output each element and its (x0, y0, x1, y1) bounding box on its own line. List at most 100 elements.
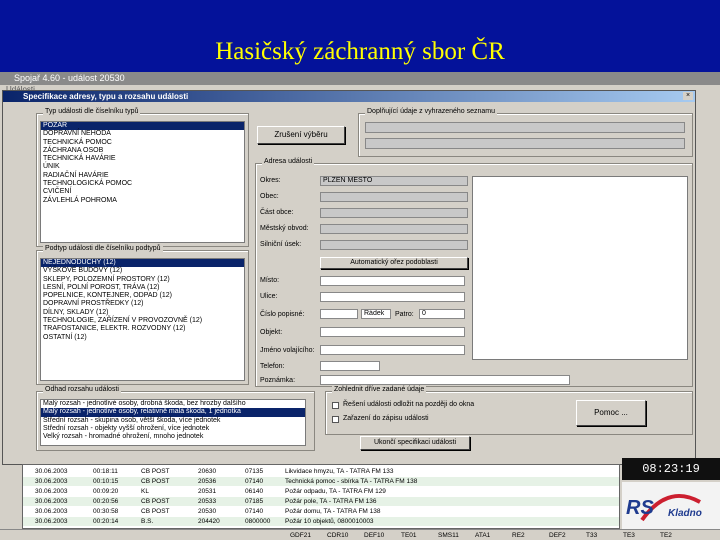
table-cell: 30.06.2003 (35, 498, 68, 505)
type-listbox[interactable]: POŽÁR DOPRAVNÍ NEHODA TECHNICKÁ POMOC ZÁCHR… (40, 121, 245, 243)
registry-group-label: Doplňující údaje z vyhrazeného seznamu (365, 108, 498, 115)
logo-city: Kladno (668, 508, 702, 519)
road-section-field[interactable] (320, 240, 468, 250)
type-list-item[interactable]: ZÁCHRANA OSOB (41, 147, 244, 155)
registry-field[interactable] (365, 122, 685, 133)
history-group: Zohlednit dříve zadané údaje Řešení udál… (325, 386, 693, 435)
extent-group-label: Odhad rozsahu události (43, 386, 121, 393)
street-field[interactable] (320, 292, 465, 302)
table-cell: 30.06.2003 (35, 468, 68, 475)
extent-list-item[interactable]: Střední rozsah - skupina osob, větší ško… (41, 417, 305, 425)
table-cell: CB POST (141, 508, 170, 515)
type-list-item[interactable]: ÚNIK (41, 163, 244, 171)
help-button[interactable]: Pomoc ... (576, 400, 646, 426)
district-field[interactable]: PLZEŇ MĚSTO (320, 176, 468, 186)
status-tab[interactable]: TE01 (401, 531, 417, 540)
status-tab[interactable]: CDR10 (327, 531, 348, 540)
note-field[interactable] (320, 375, 570, 385)
auto-subarea-button[interactable]: Automatický ořez podoblasti (320, 257, 468, 269)
subtype-list-item[interactable]: LESNÍ, POLNÍ POROST, TRÁVA (12) (41, 284, 244, 292)
table-cell: B.S. (141, 518, 154, 525)
house-type-select[interactable]: Řádek (361, 309, 391, 319)
table-cell: Likvidace hmyzu, TA - TATRA FM 133 (285, 468, 394, 475)
status-tab[interactable]: TE3 (623, 531, 635, 540)
events-table[interactable]: 30.06.2003 00:18:11 CB POST 20630 07135 Likvi… (22, 464, 620, 529)
table-cell: 00:20:14 (93, 518, 119, 525)
subtype-list-item[interactable]: DÍLNY, SKLADY (12) (41, 309, 244, 317)
table-row[interactable]: 30.06.2003 00:18:11 CB POST 20630 07135 Likvi… (23, 467, 619, 476)
type-list-item[interactable]: DOPRAVNÍ NEHODA (41, 130, 244, 138)
subtype-list-item[interactable]: DOPRAVNÍ PROSTŘEDKY (12) (41, 300, 244, 308)
type-list-item[interactable]: TECHNOLOGICKÁ POMOC (41, 180, 244, 188)
status-tab[interactable]: TE2 (660, 531, 672, 540)
record-checkbox[interactable] (332, 416, 339, 423)
place-field[interactable] (320, 276, 465, 286)
table-cell: 00:18:11 (93, 468, 118, 475)
close-icon[interactable]: × (683, 92, 693, 100)
finish-specification-button[interactable]: Ukončí specifikaci události (360, 436, 470, 450)
caller-name-field[interactable] (320, 345, 465, 355)
screenshot: Spojař 4.60 - událost 20530 Události !!!… (0, 72, 720, 540)
subtype-listbox[interactable]: NEJEDNODUCHÝ (12) VÝŠKOVÉ BUDOVY (12) SKLE… (40, 258, 245, 381)
type-list-item[interactable]: TECHNICKÁ HAVÁRIE (41, 155, 244, 163)
house-number-field[interactable] (320, 309, 358, 319)
table-cell: 07185 (245, 498, 264, 505)
extent-list-item[interactable]: Střední rozsah - objekty vyšší ohrožení,… (41, 425, 305, 433)
table-cell: KL (141, 488, 149, 495)
table-cell: 0800000 (245, 518, 271, 525)
status-tab[interactable]: ATA1 (475, 531, 490, 540)
status-tab[interactable]: GDF21 (290, 531, 311, 540)
table-cell: 20531 (198, 488, 217, 495)
status-tab[interactable]: DEF10 (364, 531, 384, 540)
clear-selection-button[interactable]: Zrušení výběru (257, 126, 345, 144)
defer-checkbox[interactable] (332, 402, 339, 409)
table-cell: Požár odpadu, TA - TATRA FM 129 (285, 488, 386, 495)
subtype-list-item[interactable]: SKLEPY, POLOZEMNÍ PROSTORY (12) (41, 276, 244, 284)
dialog-title: Specifikace adresy, typu a rozsahu událo… (3, 91, 695, 102)
floor-label: Patro: (395, 311, 414, 318)
type-list-item[interactable]: RADIAČNÍ HAVÁRIE (41, 172, 244, 180)
history-group-label: Zohlednit dříve zadané údaje (332, 386, 427, 393)
subtype-list-item[interactable]: TRAFOSTANICE, ELEKTR. ROZVODNY (12) (41, 325, 244, 333)
address-list[interactable] (472, 176, 688, 360)
table-cell: 30.06.2003 (35, 478, 68, 485)
clock: 08:23:19 (622, 458, 720, 480)
subtype-list-item[interactable]: VÝŠKOVÉ BUDOVY (12) (41, 267, 244, 275)
table-row[interactable]: 30.06.2003 00:10:15 CB POST 20536 07140 Techn… (23, 477, 619, 486)
status-tab[interactable]: RE2 (512, 531, 525, 540)
city-district-field[interactable] (320, 224, 468, 234)
municipality-part-field[interactable] (320, 208, 468, 218)
extent-listbox[interactable]: Malý rozsah - jednotlivé osoby, drobná š… (40, 399, 306, 446)
table-cell: 204420 (198, 518, 220, 525)
type-list-item[interactable]: CVIČENÍ (41, 188, 244, 196)
type-list-item[interactable]: ZÁVLEHLÁ POHROMA (41, 197, 244, 205)
status-tab-strip: GDF21 CDR10 DEF10 TE01 SMS11 ATA1 RE2 DEF2 T33 TE… (0, 529, 720, 540)
extent-group: Odhad rozsahu události Malý rozsah - jed… (36, 386, 315, 451)
field-label: Obec: (260, 193, 279, 200)
table-cell: 30.06.2003 (35, 488, 68, 495)
type-list-item[interactable]: TECHNICKÁ POMOC (41, 139, 244, 147)
status-tab[interactable]: SMS11 (438, 531, 459, 540)
registry-field[interactable] (365, 138, 685, 149)
table-cell: CB POST (141, 498, 170, 505)
extent-list-item[interactable]: Velký rozsah - hromadné ohrožení, mnoho … (41, 433, 305, 441)
defer-label: Řešení události odložit na později do ok… (343, 401, 475, 408)
table-row[interactable]: 30.06.2003 00:20:56 CB POST 20533 07185 Požár… (23, 497, 619, 506)
table-row[interactable]: 30.06.2003 00:30:58 CB POST 20530 07140 Požár… (23, 507, 619, 516)
municipality-field[interactable] (320, 192, 468, 202)
registry-group: Doplňující údaje z vyhrazeného seznamu (358, 108, 693, 157)
status-tab[interactable]: DEF2 (549, 531, 566, 540)
extent-list-item[interactable]: Malý rozsah - jednotlivé osoby, relativn… (41, 408, 305, 417)
subtype-group-label: Podtyp události dle číselníku podtypů (43, 245, 163, 252)
subtype-list-item[interactable]: OSTATNÍ (12) (41, 334, 244, 342)
table-row[interactable]: 30.06.2003 00:20:14 B.S. 204420 0800000 Požár… (23, 517, 619, 526)
field-label: Ulice: (260, 293, 278, 300)
object-field[interactable] (320, 327, 465, 337)
phone-field[interactable] (320, 361, 380, 371)
status-tab[interactable]: T33 (586, 531, 597, 540)
floor-field[interactable]: 0 (419, 309, 465, 319)
subtype-list-item[interactable]: TECHNOLOGIE, ZAŘÍZENÍ V PROVOZOVNĚ (12) (41, 317, 244, 325)
table-cell: 20530 (198, 508, 217, 515)
extent-list-item[interactable]: Malý rozsah - jednotlivé osoby, drobná š… (41, 400, 305, 408)
table-row[interactable]: 30.06.2003 00:09:20 KL 20531 06140 Požár odpa… (23, 487, 619, 496)
